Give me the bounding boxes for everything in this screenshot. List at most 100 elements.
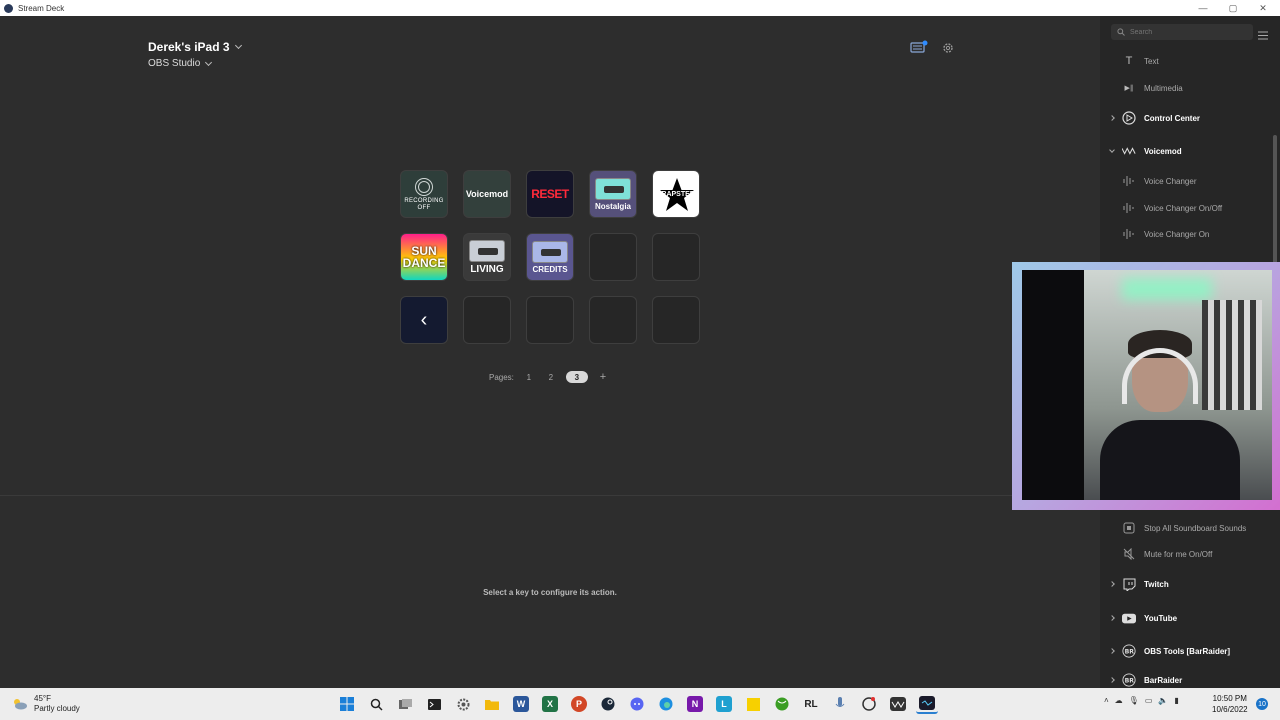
search-box[interactable]	[1111, 24, 1253, 40]
weather-temp: 45°F	[34, 694, 51, 703]
svg-text:BR: BR	[1125, 678, 1135, 685]
record-icon	[415, 178, 433, 196]
weather-condition: Partly cloudy	[34, 704, 80, 713]
onedrive-icon[interactable]: ☁	[1115, 696, 1123, 705]
excel-icon[interactable]: X	[542, 696, 558, 712]
device-name: Derek's iPad 3	[148, 40, 230, 54]
page-3[interactable]: 3	[565, 371, 588, 383]
key-grid: RECORDING OFF Voicemod RESET Nostalgia T…	[400, 170, 700, 344]
key-label: CREDITS	[532, 264, 568, 274]
category-barraider[interactable]: BR BarRaider	[1100, 672, 1272, 688]
settings-icon[interactable]	[452, 694, 474, 714]
maximize-button[interactable]: ▢	[1218, 0, 1248, 16]
task-view-icon[interactable]	[394, 694, 416, 714]
obs-icon[interactable]	[858, 694, 880, 714]
clock-date: 10/6/2022	[1212, 705, 1248, 714]
key-empty[interactable]	[526, 296, 574, 344]
profile-selector[interactable]: OBS Studio	[148, 58, 213, 69]
battery-icon[interactable]: ▮	[1174, 696, 1178, 705]
key-empty[interactable]	[589, 233, 637, 281]
chevron-up-icon[interactable]: ˄	[1104, 696, 1109, 705]
action-multimedia[interactable]: ▶∥ Multimedia	[1100, 76, 1272, 100]
steam-icon[interactable]	[597, 694, 619, 714]
device-selector[interactable]: Derek's iPad 3	[148, 40, 242, 54]
key-living[interactable]: LIVING	[463, 233, 511, 281]
gear-icon[interactable]	[942, 41, 954, 59]
onenote-icon[interactable]: N	[687, 696, 703, 712]
chevron-right-icon	[1109, 581, 1115, 587]
add-page-button[interactable]: +	[596, 371, 610, 383]
clock-time: 10:50 PM	[1212, 694, 1247, 703]
key-empty[interactable]	[652, 296, 700, 344]
page-selector: Pages: 1 2 3 +	[489, 371, 610, 383]
microphone-icon[interactable]	[829, 694, 851, 714]
list-view-icon[interactable]	[1258, 27, 1268, 45]
category-control-center[interactable]: Control Center	[1100, 106, 1272, 130]
key-label: SUN DANCE	[402, 244, 446, 270]
cassette-icon	[532, 240, 568, 263]
barraider-icon: BR	[1122, 644, 1136, 658]
action-text[interactable]: T Text	[1100, 49, 1272, 73]
category-youtube[interactable]: YouTube	[1100, 606, 1272, 630]
webcam-feed	[1022, 270, 1272, 500]
powerpoint-icon[interactable]: P	[571, 696, 587, 712]
key-empty[interactable]	[589, 296, 637, 344]
key-empty[interactable]	[652, 233, 700, 281]
start-icon[interactable]	[336, 694, 358, 714]
page-2[interactable]: 2	[544, 371, 558, 383]
key-nostalgia[interactable]: Nostalgia	[589, 170, 637, 218]
stream-deck-taskbar-icon[interactable]	[916, 694, 938, 714]
action-voice-changer-onoff[interactable]: Voice Changer On/Off	[1100, 196, 1272, 220]
category-voicemod[interactable]: Voicemod	[1100, 139, 1272, 163]
xbox-icon[interactable]	[771, 694, 793, 714]
terminal-icon[interactable]	[423, 694, 445, 714]
search-input[interactable]	[1130, 28, 1240, 36]
key-credits[interactable]: CREDITS	[526, 233, 574, 281]
key-back[interactable]: ‹	[400, 296, 448, 344]
chevron-right-icon	[1109, 615, 1115, 621]
app-l-icon[interactable]: L	[716, 696, 732, 712]
edge-icon[interactable]	[655, 694, 677, 714]
action-stop-all-soundboard-sounds[interactable]: Stop All Soundboard Sounds	[1100, 516, 1272, 540]
configure-hint: Select a key to configure its action.	[483, 588, 617, 597]
pages-label: Pages:	[489, 372, 514, 382]
key-label: RECORDING OFF	[404, 198, 444, 211]
action-voice-changer-on[interactable]: Voice Changer On	[1100, 222, 1272, 246]
search-icon	[1117, 28, 1125, 36]
volume-icon[interactable]: 🔈	[1158, 696, 1168, 705]
minimize-button[interactable]: —	[1188, 0, 1218, 16]
mic-tray-icon[interactable]: 🎙	[1129, 696, 1139, 705]
voicemod-taskbar-icon[interactable]	[887, 694, 909, 714]
chevron-right-icon	[1109, 648, 1115, 654]
app-rl-icon[interactable]: RL	[800, 694, 822, 714]
canvas-area: Derek's iPad 3 OBS Studio RECORDING OFF …	[0, 16, 1100, 688]
network-icon[interactable]: ▭	[1145, 696, 1153, 705]
sticky-notes-icon[interactable]	[742, 694, 764, 714]
action-mute-for-me[interactable]: Mute for me On/Off	[1100, 542, 1272, 566]
notification-badge[interactable]: 10	[1256, 698, 1268, 710]
mute-icon	[1122, 547, 1136, 561]
sidebar-scrollbar[interactable]	[1273, 135, 1277, 265]
key-voicemod[interactable]: Voicemod	[463, 170, 511, 218]
key-trapster[interactable]: TRAPSTER	[652, 170, 700, 218]
voicemod-icon	[1122, 144, 1136, 158]
key-sun-dance[interactable]: SUN DANCE	[400, 233, 448, 281]
file-explorer-icon[interactable]	[481, 694, 503, 714]
key-reset[interactable]: RESET	[526, 170, 574, 218]
key-recording[interactable]: RECORDING OFF	[400, 170, 448, 218]
key-label: Voicemod	[465, 189, 509, 199]
category-obs-tools[interactable]: BR OBS Tools [BarRaider]	[1100, 639, 1272, 663]
weather-widget[interactable]: 45°F Partly cloudy	[12, 694, 80, 714]
search-icon[interactable]	[365, 694, 387, 714]
key-empty[interactable]	[463, 296, 511, 344]
store-icon[interactable]	[910, 40, 928, 59]
word-icon[interactable]: W	[513, 696, 529, 712]
clock[interactable]: 10:50 PM 10/6/2022	[1212, 693, 1248, 715]
waveform-icon	[1122, 174, 1136, 188]
close-button[interactable]: ✕	[1248, 0, 1278, 16]
youtube-icon	[1122, 611, 1136, 625]
action-voice-changer[interactable]: Voice Changer	[1100, 169, 1272, 193]
page-1[interactable]: 1	[522, 371, 536, 383]
discord-icon[interactable]	[626, 694, 648, 714]
category-twitch[interactable]: Twitch	[1100, 572, 1272, 596]
